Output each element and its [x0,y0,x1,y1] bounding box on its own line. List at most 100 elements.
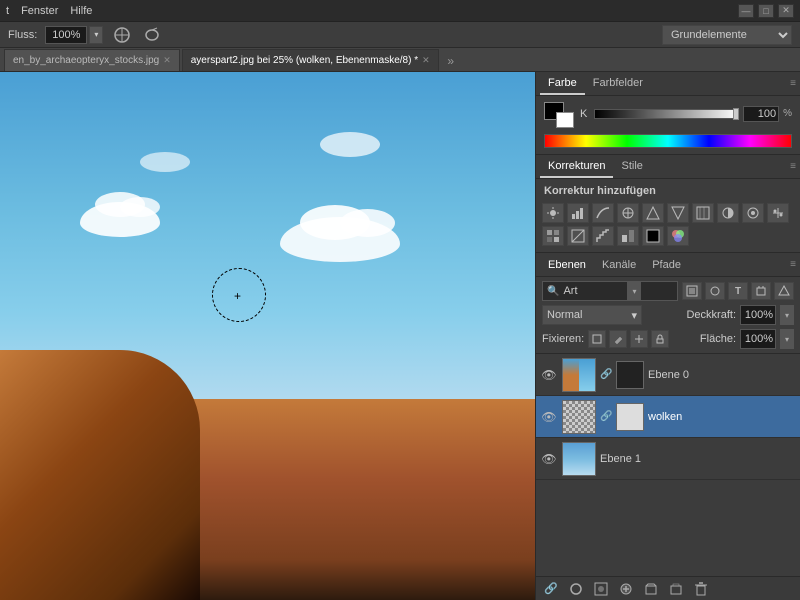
k-value-input[interactable] [743,106,779,122]
layer-pixel-icon[interactable] [682,282,702,300]
layer-icon-btns: T [682,282,794,300]
layer-search[interactable]: 🔍 ▾ [542,281,678,301]
korr-levels-icon[interactable] [567,203,589,223]
canvas-area[interactable]: + [0,72,535,600]
tab-kanaele[interactable]: Kanäle [594,255,644,275]
layer-1-link: 🔗 [600,411,610,422]
k-slider[interactable] [594,109,739,119]
fg-bg-swatches[interactable] [544,102,574,128]
korr-colorbalance-icon[interactable] [692,203,714,223]
tab-0[interactable]: en_by_archaeopteryx_stocks.jpg ✕ [4,49,180,71]
korrekturen-panel: Korrektur hinzufügen [536,179,800,253]
add-layer-icon[interactable] [665,580,687,598]
brush-icon[interactable] [111,24,133,46]
add-adjustment-icon[interactable] [615,580,637,598]
korr-gradientmap-icon[interactable] [642,226,664,246]
layer-1-name: wolken [648,411,796,423]
fix-lock-icon[interactable] [651,330,669,348]
korr-brightness-icon[interactable] [542,203,564,223]
korr-invert-icon[interactable] [567,226,589,246]
layer-shape-icon[interactable] [751,282,771,300]
link-layers-icon[interactable]: 🔗 [540,580,562,598]
add-mask-icon[interactable] [590,580,612,598]
color-panel-collapse[interactable]: ≡ [790,78,796,89]
deckkraft-input[interactable] [740,305,776,325]
layer-search-input[interactable] [563,285,623,297]
layer-item-2[interactable]: 👁 Ebene 1 [536,438,800,480]
background-swatch[interactable] [556,112,574,128]
title-bar: t Fenster Hilfe — □ ✕ [0,0,800,22]
blend-mode-dropdown[interactable]: Normal ▾ [542,305,642,325]
color-panel-content: K % [536,96,800,155]
menu-bar[interactable]: t Fenster Hilfe [6,5,92,17]
korr-curves-icon[interactable] [592,203,614,223]
layer-list: 👁 🔗 Ebene 0 👁 [536,354,800,576]
delete-layer-icon[interactable] [690,580,712,598]
maximize-button[interactable]: □ [758,4,774,18]
tab-1[interactable]: ayerspart2.jpg bei 25% (wolken, Ebenenma… [182,49,439,71]
fluss-input[interactable] [45,26,87,44]
opacity-row: Deckkraft: ▾ [686,305,794,325]
flache-input[interactable] [740,329,776,349]
tab-1-close[interactable]: ✕ [422,55,430,66]
fluss-dropdown[interactable]: ▾ [89,26,103,44]
tabs-overflow[interactable]: » [441,51,461,71]
layer-1-mask [616,403,644,431]
tab-farbfelder[interactable]: Farbfelder [585,73,651,95]
ebenen-panel-collapse[interactable]: ≡ [790,259,796,270]
k-slider-thumb[interactable] [733,108,739,120]
korr-photofilter-icon[interactable] [742,203,764,223]
korr-hue-icon[interactable] [667,203,689,223]
k-channel-label: K [580,108,590,120]
minimize-button[interactable]: — [738,4,754,18]
korr-exposure-icon[interactable] [617,203,639,223]
layer-adjust-icon[interactable] [705,282,725,300]
layer-item-0[interactable]: 👁 🔗 Ebene 0 [536,354,800,396]
airbrush-icon[interactable] [141,24,163,46]
layer-0-thumb [562,358,596,392]
layer-2-thumb [562,442,596,476]
deckkraft-label: Deckkraft: [686,309,736,321]
layer-item-1[interactable]: 👁 🔗 wolken [536,396,800,438]
korr-posterize-icon[interactable] [592,226,614,246]
blend-mode-arrow: ▾ [631,309,637,322]
tab-ebenen[interactable]: Ebenen [540,255,594,275]
tab-stile[interactable]: Stile [613,156,650,178]
layer-search-dropdown[interactable]: ▾ [627,282,641,300]
tab-0-close[interactable]: ✕ [163,55,171,66]
search-icon: 🔍 [547,286,559,297]
deckkraft-dropdown[interactable]: ▾ [780,305,794,325]
layer-style-icon[interactable] [565,580,587,598]
flache-dropdown[interactable]: ▾ [780,329,794,349]
korr-channelmixer-icon[interactable] [767,203,789,223]
layer-row2: Normal ▾ Deckkraft: ▾ [542,305,794,325]
layer-row1: 🔍 ▾ T [542,281,794,301]
korr-threshold-icon[interactable] [617,226,639,246]
menu-hilfe[interactable]: Hilfe [70,5,92,17]
fix-move-icon[interactable] [630,330,648,348]
korr-colorlookup-icon[interactable] [542,226,564,246]
korr-blackwhite-icon[interactable] [717,203,739,223]
close-button[interactable]: ✕ [778,4,794,18]
rock-detail [0,350,200,600]
fix-pixels-icon[interactable] [588,330,606,348]
tab-korrekturen[interactable]: Korrekturen [540,156,613,178]
korrekturen-panel-collapse[interactable]: ≡ [790,161,796,172]
layer-0-visibility[interactable]: 👁 [540,366,558,384]
layer-2-visibility[interactable]: 👁 [540,450,558,468]
menu-fenster[interactable]: Fenster [21,5,58,17]
fix-brush-icon[interactable] [609,330,627,348]
color-spectrum[interactable] [544,134,792,148]
layer-smart-icon[interactable] [774,282,794,300]
preset-dropdown[interactable]: Grundelemente [662,25,792,45]
group-layers-icon[interactable] [640,580,662,598]
options-bar: Fluss: ▾ Grundelemente [0,22,800,48]
korr-vibrance-icon[interactable] [642,203,664,223]
layer-1-visibility[interactable]: 👁 [540,408,558,426]
layer-text-icon[interactable]: T [728,282,748,300]
tab-farbe[interactable]: Farbe [540,73,585,95]
tab-pfade[interactable]: Pfade [644,255,689,275]
menu-t[interactable]: t [6,5,9,17]
korr-selectivecolor-icon[interactable] [667,226,689,246]
korrekturen-icons-row1 [536,201,800,248]
